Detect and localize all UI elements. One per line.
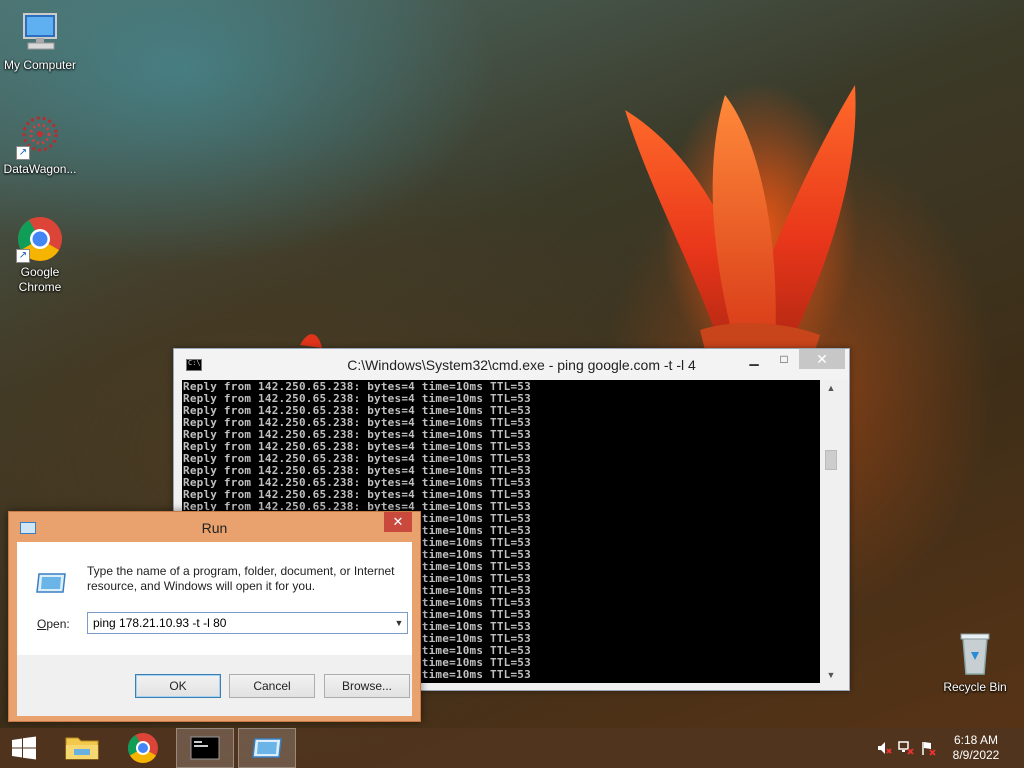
chevron-down-icon[interactable]: ▼: [391, 614, 407, 632]
cancel-button[interactable]: Cancel: [229, 674, 315, 698]
close-button[interactable]: ✕: [799, 349, 845, 369]
desktop-icon-label: My Computer: [3, 58, 77, 72]
clock-date: 8/9/2022: [952, 748, 1000, 762]
taskbar: 6:18 AM 8/9/2022: [0, 728, 1024, 768]
cmd-title-bar[interactable]: C:\Windows\System32\cmd.exe - ping googl…: [174, 349, 849, 380]
scroll-thumb[interactable]: [825, 450, 837, 470]
network-icon[interactable]: [898, 740, 914, 756]
run-dialog[interactable]: Run ✕ Type the name of a program, folder…: [8, 511, 421, 722]
open-label: Open:: [37, 617, 70, 631]
desktop-icon-google-chrome[interactable]: ↗ Google Chrome: [0, 215, 80, 295]
start-button[interactable]: [0, 728, 48, 768]
run-close-button[interactable]: ✕: [384, 512, 412, 532]
taskbar-file-explorer[interactable]: [54, 728, 112, 768]
run-body: Type the name of a program, folder, docu…: [17, 542, 412, 716]
desktop-icon-label-line1: Google: [20, 265, 60, 279]
recycle-bin-icon: [951, 630, 999, 678]
scroll-down-arrow[interactable]: ▼: [822, 667, 840, 683]
cmd-scrollbar[interactable]: ▲ ▼: [822, 380, 840, 683]
run-description: Type the name of a program, folder, docu…: [87, 564, 395, 593]
run-icon: [36, 573, 66, 593]
desktop-icon-datawagon[interactable]: ↗ DataWagon...: [0, 112, 80, 177]
run-content-area: Type the name of a program, folder, docu…: [17, 542, 412, 655]
open-input[interactable]: ping 178.21.10.93 -t -l 80: [87, 612, 408, 634]
taskbar-run[interactable]: [238, 728, 296, 768]
desktop-icon-label: Recycle Bin: [943, 680, 1007, 694]
datawagon-icon: ↗: [16, 112, 64, 160]
cmd-icon: [190, 736, 220, 760]
windows-logo-icon: [12, 736, 36, 760]
run-icon: [252, 738, 282, 758]
chrome-icon: [127, 733, 158, 764]
shortcut-arrow-icon: ↗: [16, 249, 30, 263]
browse-button[interactable]: Browse...: [324, 674, 410, 698]
volume-muted-icon[interactable]: [876, 740, 892, 756]
folder-icon: [65, 737, 99, 760]
run-dialog-title: Run: [201, 520, 228, 536]
clock[interactable]: 6:18 AM 8/9/2022: [946, 733, 1006, 763]
taskbar-cmd[interactable]: [176, 728, 234, 768]
minimize-button[interactable]: ▁: [739, 349, 769, 369]
run-title-bar[interactable]: Run ✕: [9, 512, 420, 542]
shortcut-arrow-icon: ↗: [16, 146, 30, 160]
desktop-icon-label-line2: Chrome: [18, 280, 62, 294]
maximize-button[interactable]: □: [769, 349, 799, 369]
chrome-icon: ↗: [16, 215, 64, 263]
desktop-icon-label: DataWagon...: [3, 162, 77, 176]
action-center-flag-icon[interactable]: [920, 740, 936, 756]
desktop-icon-recycle-bin[interactable]: Recycle Bin: [935, 630, 1015, 695]
desktop-icon-my-computer[interactable]: My Computer: [0, 8, 80, 73]
taskbar-chrome[interactable]: [114, 728, 172, 768]
scroll-up-arrow[interactable]: ▲: [822, 380, 840, 396]
ok-button[interactable]: OK: [135, 674, 221, 698]
clock-time: 6:18 AM: [953, 733, 999, 747]
computer-icon: [16, 8, 64, 56]
